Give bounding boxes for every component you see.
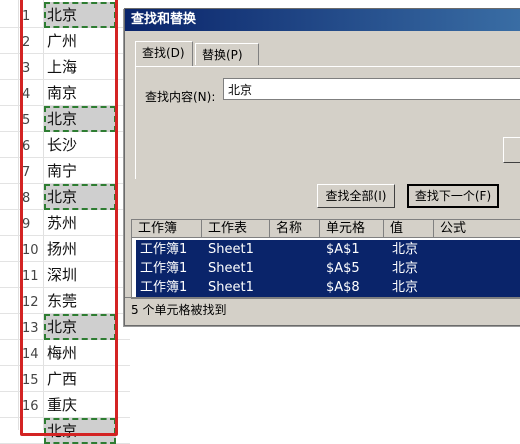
result-row[interactable]: 工作簿1 Sheet1 $A$5 北京 (136, 259, 520, 278)
result-cell: $A$5 (326, 261, 360, 276)
column-header-book[interactable]: 工作簿 (132, 220, 202, 238)
highlight-box (20, 0, 118, 436)
status-text: 5 个单元格被找到 (131, 303, 227, 317)
column-header-value[interactable]: 值 (384, 220, 434, 238)
result-cell: $A$1 (326, 242, 360, 257)
result-value: 北京 (392, 280, 419, 295)
result-cell: $A$8 (326, 280, 360, 295)
result-row[interactable]: 工作簿1 Sheet1 $A$8 北京 (136, 278, 520, 297)
result-value: 北京 (392, 242, 419, 257)
find-replace-dialog: 查找和替换 查找(D) 替换(P) 查找内容(N): 北京 查找全部(I) 查找… (124, 8, 520, 326)
result-sheet: Sheet1 (208, 242, 254, 257)
column-header-formula[interactable]: 公式 (434, 220, 520, 238)
tab-replace[interactable]: 替换(P) (195, 43, 259, 65)
result-book: 工作簿1 (140, 280, 188, 295)
result-sheet: Sheet1 (208, 261, 254, 276)
find-all-button[interactable]: 查找全部(I) (317, 184, 395, 208)
find-input[interactable]: 北京 (223, 78, 520, 100)
result-book: 工作簿1 (140, 261, 188, 276)
tab-find[interactable]: 查找(D) (135, 41, 193, 66)
result-sheet: Sheet1 (208, 280, 254, 295)
options-button[interactable] (503, 137, 520, 163)
column-header-name[interactable]: 名称 (270, 220, 320, 238)
result-book: 工作簿1 (140, 242, 188, 257)
result-value: 北京 (392, 261, 419, 276)
column-header-sheet[interactable]: 工作表 (202, 220, 270, 238)
results-list: 工作簿 工作表 名称 单元格 值 公式 工作簿1 Sheet1 $A$1 北京 工作簿1… (131, 219, 520, 299)
result-row[interactable]: 工作簿1 Sheet1 $A$1 北京 (136, 240, 520, 259)
find-label: 查找内容(N): (145, 90, 216, 104)
status-divider (125, 297, 520, 298)
spreadsheet: 1 北京 2 广州 3 上海 4 南京 5 北京 6 长沙 7 南宁 8 北京 9 苏州 10 扬州 11 深圳 12 东莞 1… (0, 0, 130, 444)
find-next-button[interactable]: 查找下一个(F) (407, 184, 499, 208)
column-header-cell[interactable]: 单元格 (320, 220, 384, 238)
dialog-title: 查找和替换 (125, 9, 520, 31)
